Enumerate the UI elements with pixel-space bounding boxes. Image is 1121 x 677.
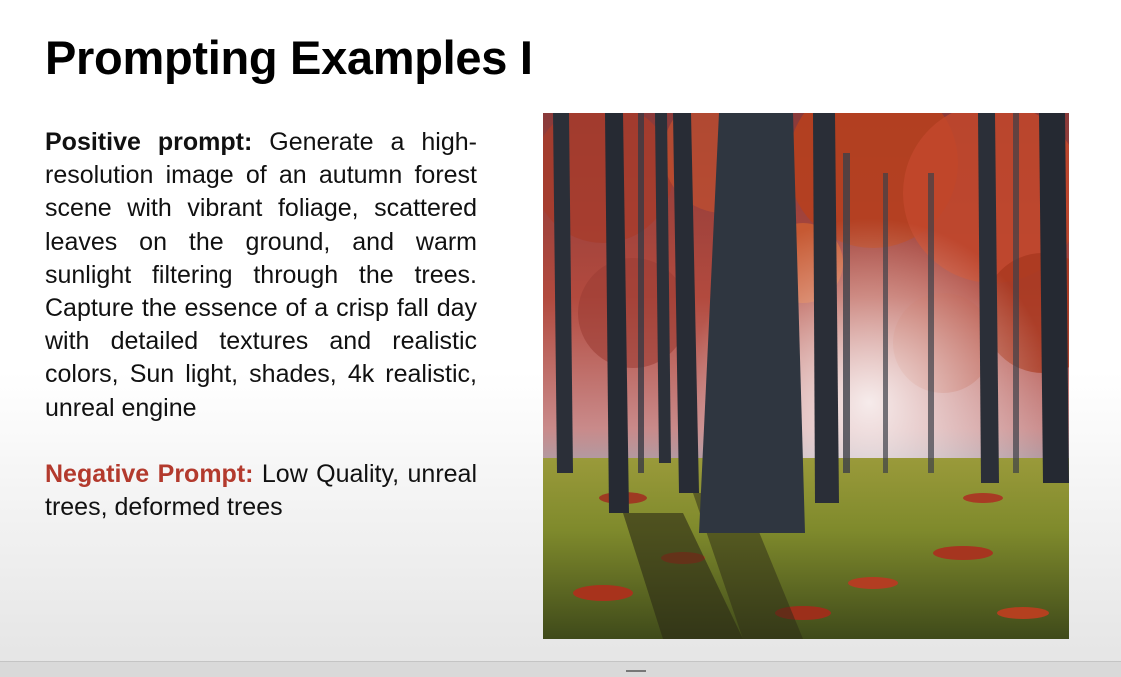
positive-prompt-paragraph: Positive prompt: Generate a high-resolut… — [45, 126, 477, 425]
positive-prompt-label: Positive prompt: — [45, 128, 253, 156]
bottom-bar — [0, 661, 1121, 677]
prompt-text-block: Positive prompt: Generate a high-resolut… — [45, 126, 477, 524]
drag-handle-icon[interactable] — [626, 670, 646, 672]
negative-prompt-paragraph: Negative Prompt: Low Quality, unreal tre… — [45, 458, 477, 524]
negative-prompt-label: Negative Prompt: — [45, 459, 254, 488]
autumn-forest-image — [543, 113, 1069, 639]
slide-title: Prompting Examples I — [45, 31, 533, 84]
positive-prompt-text: Generate a high-resolution image of an a… — [45, 128, 477, 422]
